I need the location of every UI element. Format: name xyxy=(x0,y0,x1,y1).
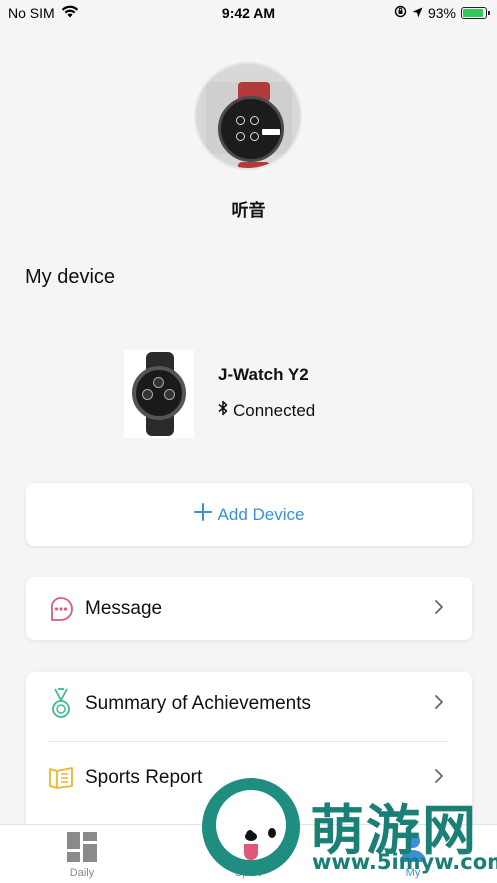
menu-item-message[interactable]: Message xyxy=(26,573,472,645)
orientation-lock-icon xyxy=(394,5,407,21)
battery-charging-icon xyxy=(461,7,490,19)
watermark: 萌游网 www.5imyw.com xyxy=(202,772,497,883)
location-arrow-icon xyxy=(412,5,423,21)
add-device-label: Add Device xyxy=(217,504,305,524)
tab-label: Daily xyxy=(69,867,95,879)
avatar-watch-dot xyxy=(250,116,259,125)
menu-item-label: Message xyxy=(85,598,163,619)
battery-percent: 93% xyxy=(427,5,456,21)
watermark-url: www.5imyw.com xyxy=(312,850,497,874)
menu-item-label: Sports Report xyxy=(85,767,203,788)
avatar-watch-dot xyxy=(236,116,245,125)
watermark-dog-eye xyxy=(268,828,276,838)
device-watch-face xyxy=(132,366,186,420)
report-book-icon xyxy=(48,765,74,791)
tab-daily[interactable]: Daily xyxy=(52,831,112,879)
avatar-strap-bottom xyxy=(238,162,270,168)
device-connection-status: Connected xyxy=(218,400,315,421)
avatar-watch-dot xyxy=(250,132,259,141)
my-device-title: My device xyxy=(25,266,116,288)
watermark-logo xyxy=(202,778,300,876)
username[interactable]: 听音 xyxy=(0,196,497,221)
message-card: Message xyxy=(26,577,472,640)
plus-icon xyxy=(193,503,212,526)
grid-icon xyxy=(52,831,112,863)
battery-fill xyxy=(463,9,484,17)
menu-item-achievements[interactable]: Summary of Achievements xyxy=(26,668,472,740)
status-bar: No SIM 9:42 AM 93% xyxy=(0,0,497,26)
menu-item-label: Summary of Achievements xyxy=(85,693,311,714)
watermark-dog-nose xyxy=(245,832,257,841)
bluetooth-icon xyxy=(218,400,228,421)
connection-status-label: Connected xyxy=(233,400,316,420)
status-right: 93% xyxy=(394,5,490,21)
device-name[interactable]: J-Watch Y2 xyxy=(218,365,309,385)
device-subdial xyxy=(153,377,164,388)
avatar[interactable] xyxy=(194,62,302,170)
medal-icon xyxy=(48,688,74,718)
avatar-watch-bar xyxy=(262,129,280,135)
watch-photo-avatar xyxy=(206,82,292,168)
avatar-watch-dot xyxy=(236,132,245,141)
device-subdial xyxy=(142,389,153,400)
watermark-dog-tongue xyxy=(244,844,258,860)
chevron-right-icon xyxy=(434,694,444,715)
device-image[interactable] xyxy=(124,350,194,438)
chevron-right-icon xyxy=(434,599,444,620)
add-device-button[interactable]: Add Device xyxy=(26,483,472,546)
device-subdial xyxy=(164,389,175,400)
chat-bubble-icon xyxy=(48,596,74,622)
